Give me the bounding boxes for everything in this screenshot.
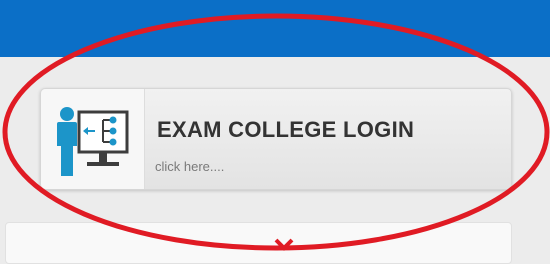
exam-college-login-card[interactable]: EXAM COLLEGE LOGIN click here.... [40,88,512,190]
next-card-partial [5,222,512,264]
presentation-board-icon [57,107,129,176]
header-bar [0,0,550,57]
card-icon-panel [41,89,145,189]
card-title: EXAM COLLEGE LOGIN [157,117,415,142]
card-subtitle-link[interactable]: click here.... [155,159,224,174]
